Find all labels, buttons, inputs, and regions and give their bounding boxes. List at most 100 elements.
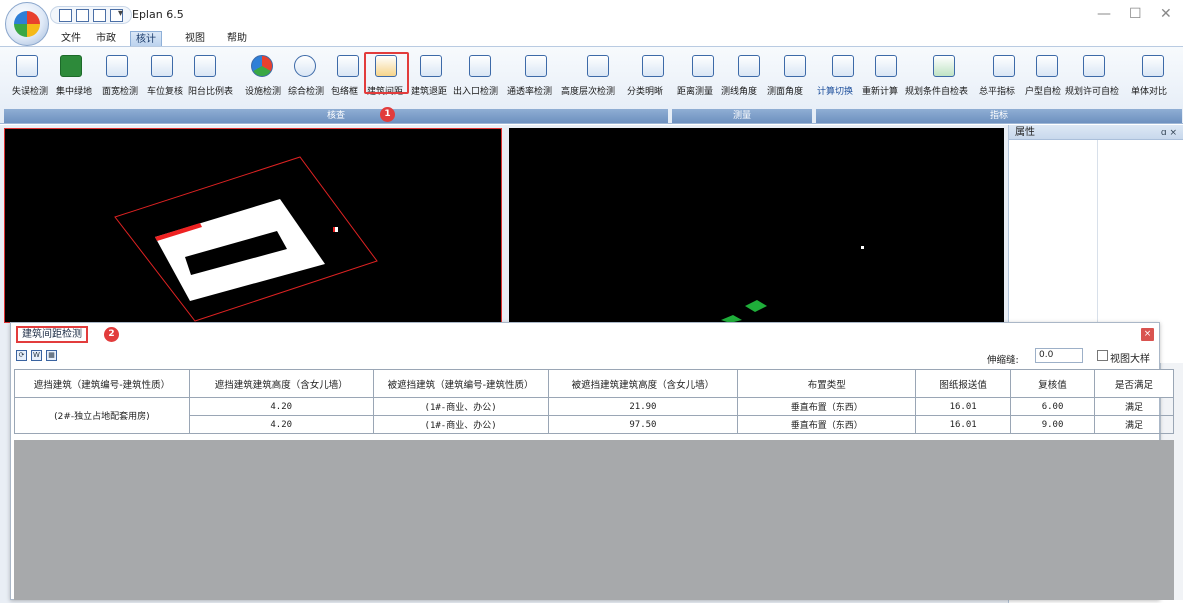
open-file-icon[interactable] bbox=[76, 9, 89, 22]
calc-switch-icon bbox=[832, 55, 854, 77]
error-check-icon bbox=[16, 55, 38, 77]
maximize-icon[interactable]: ☐ bbox=[1129, 6, 1142, 22]
tool-building-setback[interactable]: 建筑退距 bbox=[411, 47, 447, 107]
minimize-icon[interactable]: — bbox=[1097, 6, 1111, 22]
menu-file[interactable]: 文件 bbox=[56, 31, 86, 46]
col-header[interactable]: 被遮挡建筑（建筑编号-建筑性质） bbox=[372, 369, 549, 398]
parking-icon bbox=[151, 55, 173, 77]
tool-distance-measure[interactable]: 距离测量 bbox=[677, 47, 718, 107]
balcony-icon bbox=[194, 55, 216, 77]
tool-comprehensive-check[interactable]: 综合检测 bbox=[288, 47, 324, 107]
facility-icon bbox=[251, 55, 273, 77]
table-row[interactable]: (2#-独立占地配套用房) 4.20 (1#-商业、办公) 21.90 垂直布置… bbox=[14, 397, 1174, 434]
tool-line-angle[interactable]: 测线角度 bbox=[721, 47, 764, 107]
tool-entrance-check[interactable]: 出入口检测 bbox=[453, 47, 498, 107]
unit-grid-icon bbox=[1036, 55, 1058, 77]
group-label-check: 核查 bbox=[4, 109, 668, 123]
col-header[interactable]: 遮挡建筑（建筑编号-建筑性质） bbox=[14, 369, 190, 398]
layout-type-cell: 垂直布置（东西） bbox=[737, 415, 917, 434]
bar-chart-icon bbox=[642, 55, 664, 77]
col-header[interactable]: 图纸报送值 bbox=[915, 369, 1012, 398]
group-label-measure: 测量 bbox=[672, 109, 812, 123]
table-row[interactable]: 4.20 (1#-商业、办公) 97.50 垂直布置（东西） 16.01 9.0… bbox=[15, 415, 1174, 434]
blocker-height-cell: 4.20 bbox=[188, 415, 374, 434]
word-export-icon[interactable]: W bbox=[31, 350, 42, 361]
table-export-icon[interactable]: ▦ bbox=[46, 350, 57, 361]
permeability-icon bbox=[525, 55, 547, 77]
satisfied-cell: 满足 bbox=[1094, 397, 1174, 416]
tool-green-space[interactable]: 集中绿地 bbox=[56, 47, 92, 107]
col-header[interactable]: 复核值 bbox=[1010, 369, 1096, 398]
house-icon bbox=[106, 55, 128, 77]
report-value-cell: 16.01 bbox=[915, 415, 1012, 434]
panel-close-button[interactable]: × bbox=[1141, 328, 1154, 341]
compare-icon bbox=[1142, 55, 1164, 77]
col-header[interactable]: 遮挡建筑建筑高度（含女儿墙） bbox=[188, 369, 374, 398]
tool-error-check[interactable]: 失误检测 bbox=[12, 47, 48, 107]
tool-single-compare[interactable]: 单体对比 bbox=[1131, 47, 1168, 107]
view-detail-checkbox[interactable] bbox=[1097, 350, 1108, 361]
col-header[interactable]: 是否满足 bbox=[1094, 369, 1174, 398]
tool-envelope-box[interactable]: 包络框 bbox=[331, 47, 363, 107]
tool-parking-check[interactable]: 车位复核 bbox=[147, 47, 183, 107]
table-empty-area bbox=[14, 440, 1174, 600]
blocked-cell: (1#-商业、办公) bbox=[372, 397, 549, 416]
tool-permeability-check[interactable]: 通透率检测 bbox=[507, 47, 552, 107]
tool-plane-angle[interactable]: 测面角度 bbox=[767, 47, 810, 107]
ribbon: 失误检测 集中绿地 面宽检测 车位复核 阳台比例表 设施检测 综合检测 包络框 … bbox=[0, 46, 1183, 124]
new-file-icon[interactable] bbox=[59, 9, 72, 22]
close-icon[interactable]: ✕ bbox=[1160, 6, 1172, 22]
group-label-index: 指标 bbox=[816, 109, 1182, 123]
recalculate-icon bbox=[875, 55, 897, 77]
building-spacing-panel: 建筑间距检测 2 × ⟳ W ▦ 伸缩缝: 0.0 视图大样 遮挡建筑（建筑编号… bbox=[10, 322, 1174, 600]
menu-view[interactable]: 视图 bbox=[180, 31, 210, 46]
tool-permit-self-check[interactable]: 规划许可自检 bbox=[1065, 47, 1119, 107]
refresh-icon[interactable]: ⟳ bbox=[16, 350, 27, 361]
line-angle-icon bbox=[738, 55, 760, 77]
blocked-cell: (1#-商业、办公) bbox=[372, 415, 549, 434]
save-icon[interactable] bbox=[93, 9, 106, 22]
tool-height-level-check[interactable]: 高度层次检测 bbox=[561, 47, 615, 107]
blocker-height-cell: 4.20 bbox=[188, 397, 374, 416]
menu-municipal[interactable]: 市政 bbox=[91, 31, 121, 46]
satisfied-cell: 满足 bbox=[1094, 415, 1174, 434]
layout-type-cell: 垂直布置（东西） bbox=[737, 397, 917, 416]
tool-calc-switch[interactable]: 计算切换 bbox=[817, 47, 858, 107]
tool-unit-self-check[interactable]: 户型自检 bbox=[1025, 47, 1062, 107]
tool-facility-check[interactable]: 设施检测 bbox=[245, 47, 281, 107]
blocked-height-cell: 97.50 bbox=[547, 415, 739, 434]
step-badge-2: 2 bbox=[104, 327, 119, 342]
view-detail-label: 视图大样 bbox=[1110, 354, 1150, 365]
viewport-left[interactable] bbox=[4, 128, 502, 323]
app-logo[interactable] bbox=[5, 2, 49, 46]
envelope-icon bbox=[337, 55, 359, 77]
col-header[interactable]: 布置类型 bbox=[737, 369, 917, 398]
distance-icon bbox=[692, 55, 714, 77]
site-plan-drawing bbox=[114, 156, 378, 322]
menu-bar: 文件 市政 核计 视图 帮助 bbox=[0, 30, 1183, 46]
setback-icon bbox=[420, 55, 442, 77]
step-badge-1: 1 bbox=[380, 107, 395, 122]
col-header[interactable]: 被遮挡建筑建筑高度（含女儿墙） bbox=[547, 369, 739, 398]
menu-check[interactable]: 核计 bbox=[130, 31, 162, 46]
shrink-joint-label: 伸缩缝: bbox=[987, 355, 1019, 366]
panel-title-tab[interactable]: 建筑间距检测 bbox=[16, 326, 88, 343]
magnifier-icon bbox=[294, 55, 316, 77]
quick-access-dropdown-icon[interactable]: ▾ bbox=[118, 8, 123, 19]
pin-close-icon[interactable]: ɑ × bbox=[1161, 126, 1177, 141]
tool-balcony-ratio[interactable]: 阳台比例表 bbox=[188, 47, 233, 107]
tool-width-check[interactable]: 面宽检测 bbox=[102, 47, 138, 107]
window-title: Eplan 6.5 bbox=[132, 8, 184, 21]
permit-icon bbox=[1083, 55, 1105, 77]
entrance-icon bbox=[469, 55, 491, 77]
menu-help[interactable]: 帮助 bbox=[222, 31, 252, 46]
shrink-joint-input[interactable]: 0.0 bbox=[1035, 348, 1083, 363]
viewport-right[interactable] bbox=[509, 128, 1004, 323]
3d-view-drawing bbox=[721, 246, 864, 323]
tool-master-index[interactable]: 总平指标 bbox=[979, 47, 1019, 107]
blocker-cell: (2#-独立占地配套用房) bbox=[14, 397, 190, 434]
tool-plan-conditions[interactable]: 规划条件自检表 bbox=[905, 47, 968, 107]
tool-classification[interactable]: 分类明晰 bbox=[627, 47, 668, 107]
tool-recalculate[interactable]: 重新计算 bbox=[862, 47, 901, 107]
building-spacing-highlight bbox=[364, 52, 409, 94]
